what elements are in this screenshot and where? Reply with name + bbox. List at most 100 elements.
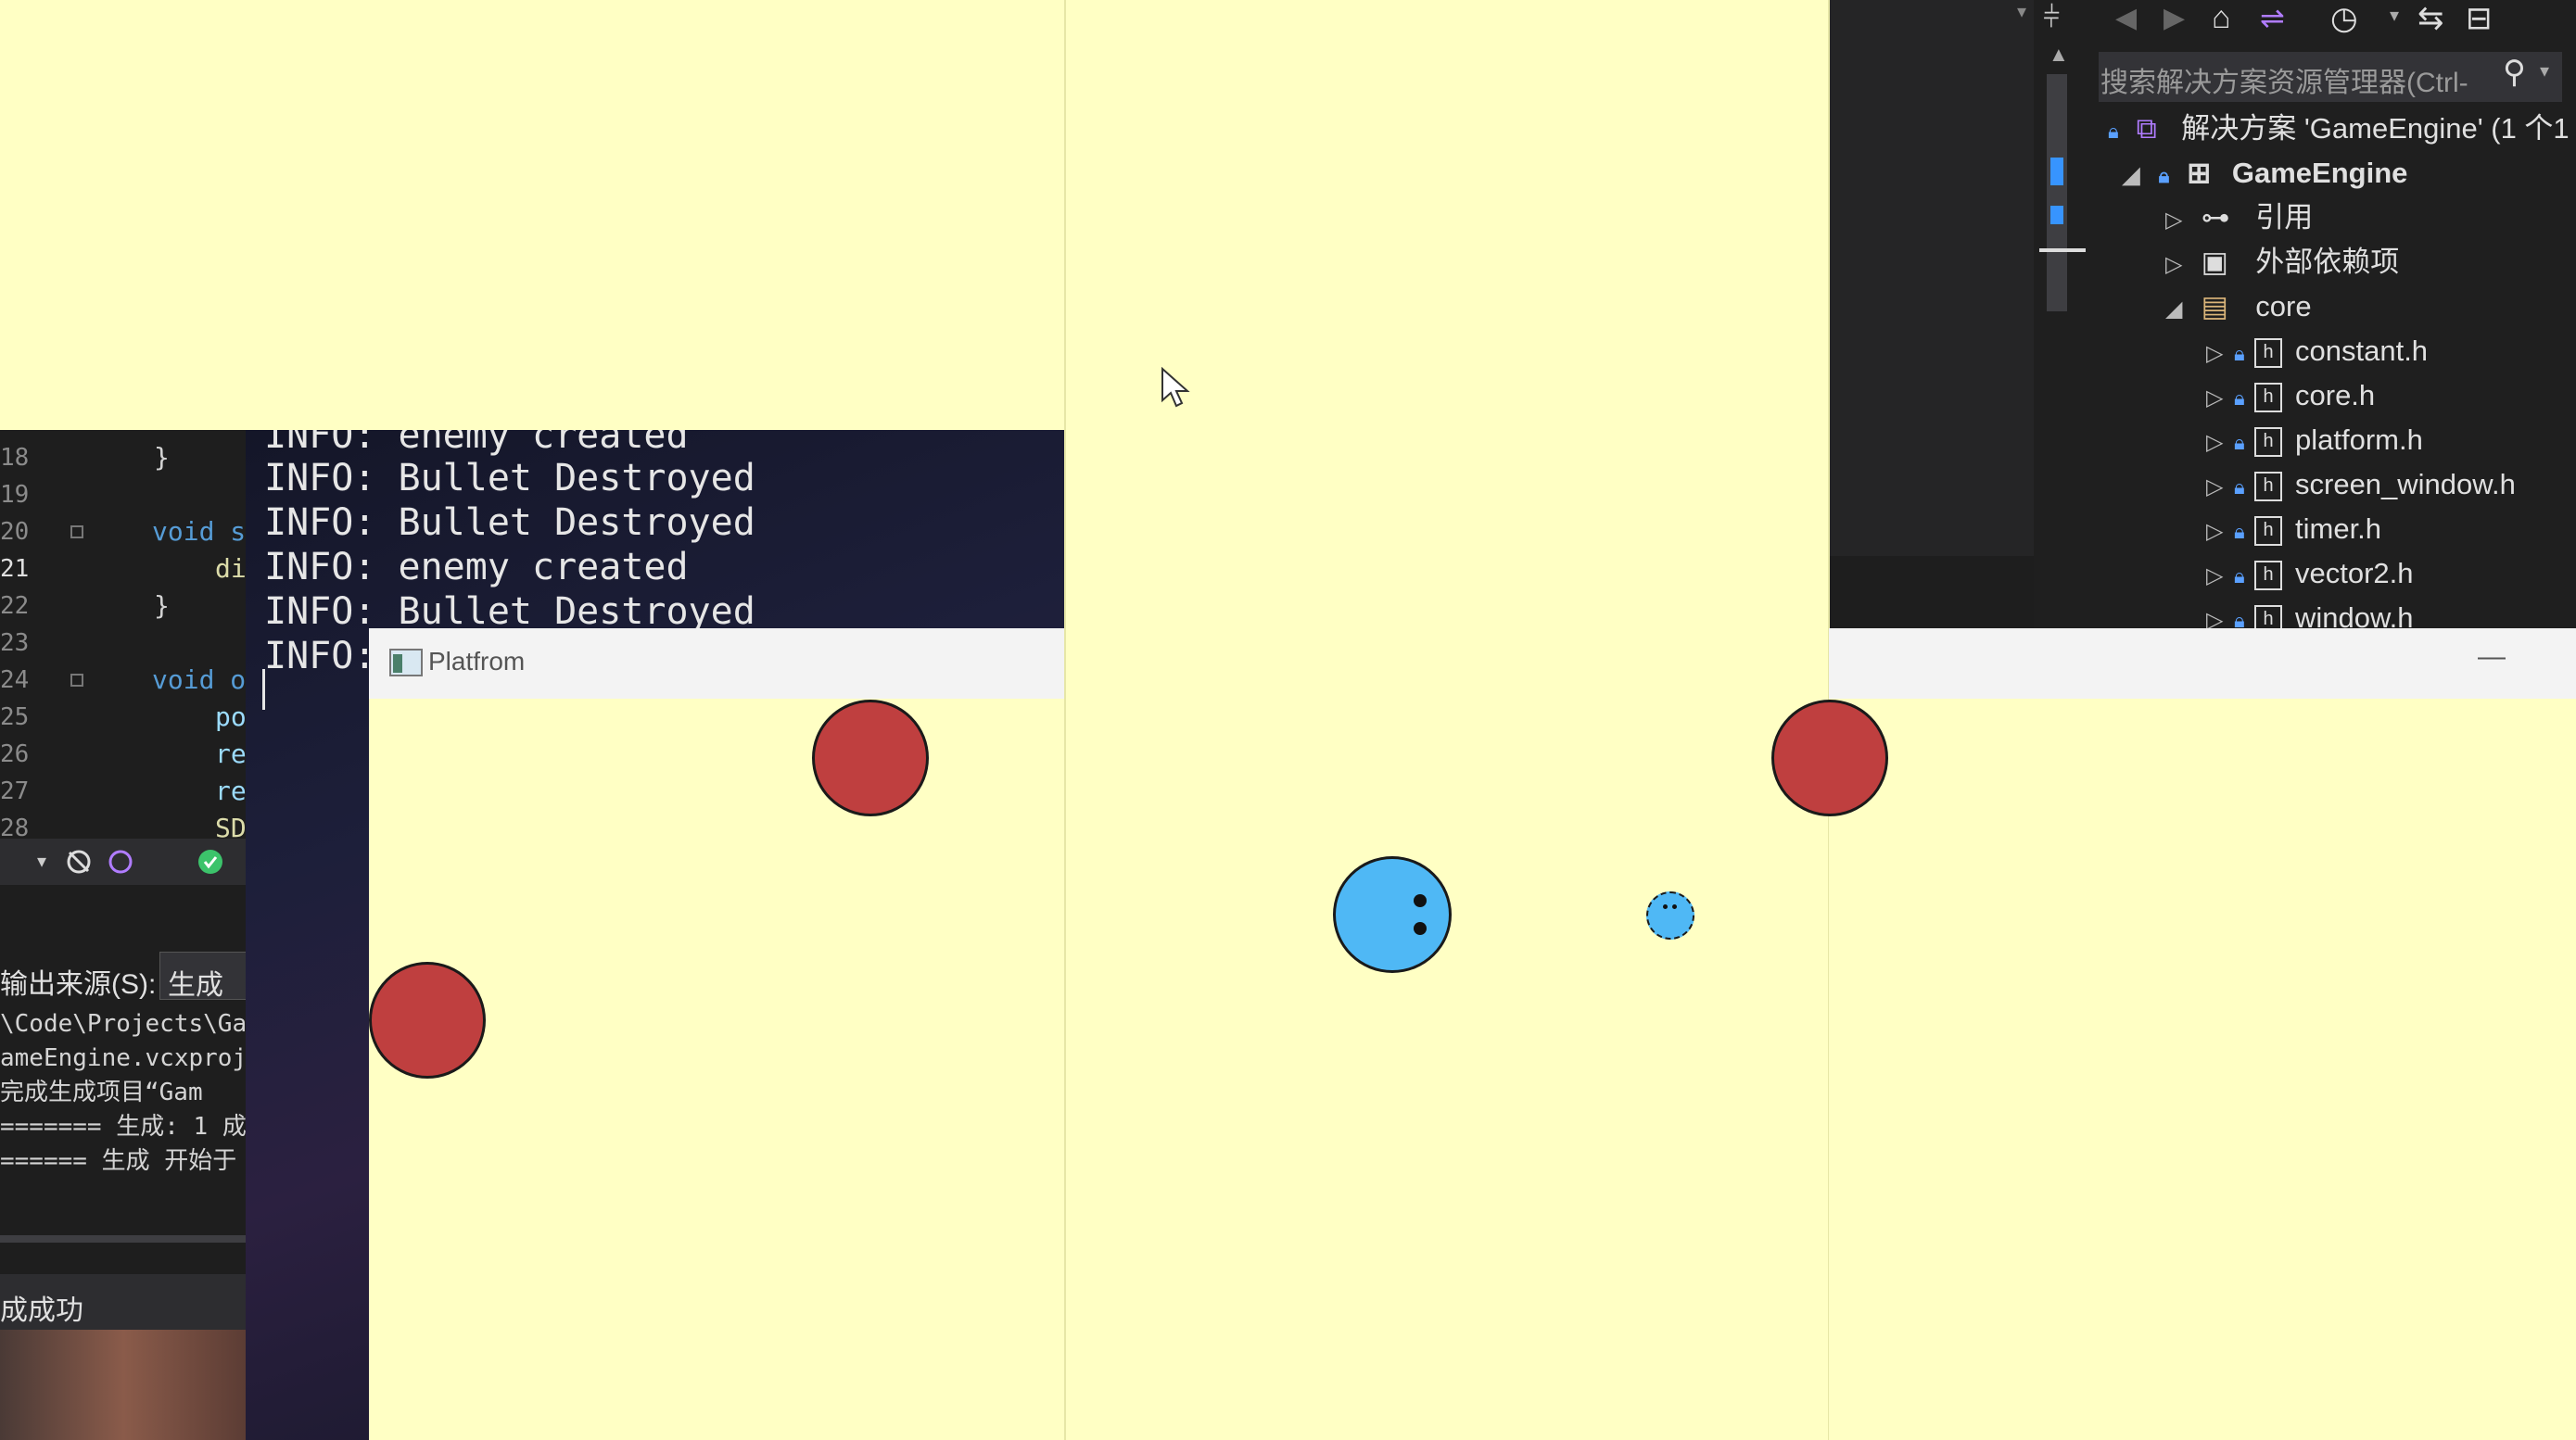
window-titlebar[interactable]: — bbox=[1829, 628, 2576, 699]
header-file-icon: h bbox=[2254, 471, 2282, 501]
tree-item-external-deps[interactable]: ▷ ▣ 外部依赖项 bbox=[2165, 241, 2399, 284]
output-line: \Code\Projects\Ga bbox=[0, 1010, 247, 1038]
split-icon[interactable]: ⫩ bbox=[2043, 0, 2060, 35]
sync-icon[interactable]: ⇆ bbox=[2417, 0, 2444, 37]
tree-item-file[interactable]: ▷ 🔒︎ h constant.h bbox=[2206, 330, 2428, 373]
collapsed-triangle-icon[interactable]: ▷ bbox=[2165, 244, 2193, 286]
history-icon[interactable]: ◷ bbox=[2330, 0, 2358, 37]
solution-icon: ⧉ bbox=[2136, 112, 2157, 145]
console-line: INFO: Bullet Destroyed bbox=[264, 590, 755, 633]
collapsed-triangle-icon[interactable]: ▷ bbox=[2165, 199, 2193, 242]
expanded-triangle-icon[interactable]: ◢ bbox=[2165, 288, 2193, 331]
vertical-scrollbar[interactable] bbox=[2039, 74, 2086, 311]
filter-folder-icon: ▤ bbox=[2201, 290, 2228, 322]
solution-explorer[interactable]: ▾ ⫩ ▲ ◀ ▶ ⌂ ⇌ ◷ ▾ ⇆ ⊟ 搜索解决方案资源管理器(Ctrl- … bbox=[1830, 0, 2576, 628]
line-number: 20 bbox=[0, 518, 30, 546]
tree-item-solution[interactable]: 🔒︎ ⧉ 解决方案 'GameEngine' (1 个1 bbox=[2108, 107, 2570, 150]
console-line: INFO: bbox=[264, 635, 376, 677]
bullet-circle bbox=[1646, 891, 1694, 940]
collapsed-triangle-icon[interactable]: ▷ bbox=[2206, 555, 2234, 598]
tree-label: core.h bbox=[2295, 379, 2376, 411]
code-line: di bbox=[215, 553, 247, 584]
lock-icon: 🔒︎ bbox=[2108, 120, 2119, 143]
search-input[interactable]: 搜索解决方案资源管理器(Ctrl- bbox=[2100, 59, 2468, 100]
lock-icon: 🔒︎ bbox=[2234, 609, 2245, 628]
horizontal-scrollbar[interactable] bbox=[0, 1235, 247, 1243]
line-number: 27 bbox=[0, 777, 30, 805]
tree-label: screen_window.h bbox=[2295, 468, 2516, 500]
header-file-icon: h bbox=[2254, 515, 2282, 546]
tree-item-file[interactable]: ▷ 🔒︎ h timer.h bbox=[2206, 508, 2381, 550]
line-number: 26 bbox=[0, 740, 30, 768]
collapsed-triangle-icon[interactable]: ▷ bbox=[2206, 466, 2234, 509]
tree-label: timer.h bbox=[2295, 512, 2382, 545]
tree-label: core bbox=[2255, 290, 2312, 322]
expanded-triangle-icon[interactable]: ◢ bbox=[2123, 155, 2151, 197]
line-number: 23 bbox=[0, 629, 30, 657]
collapsed-triangle-icon[interactable]: ▷ bbox=[2206, 600, 2234, 628]
scroll-up-icon[interactable]: ▲ bbox=[2049, 43, 2069, 67]
search-icon[interactable]: ⚲ bbox=[2503, 54, 2526, 91]
code-line: SD bbox=[215, 813, 247, 839]
copilot-icon[interactable] bbox=[107, 848, 134, 876]
output-line: 完成生成项目“Gam bbox=[0, 1079, 203, 1106]
console-line: INFO: enemy created bbox=[264, 430, 689, 457]
home-icon[interactable]: ⌂ bbox=[2212, 0, 2231, 36]
console-line: INFO: Bullet Destroyed bbox=[264, 501, 755, 544]
chevron-down-icon[interactable]: ▾ bbox=[2017, 0, 2026, 23]
forward-icon[interactable]: ▶ bbox=[2164, 2, 2185, 34]
code-line: re bbox=[215, 739, 247, 769]
fold-toggle-icon[interactable] bbox=[70, 674, 83, 687]
output-line: ======= 生成: 1 成 bbox=[0, 1113, 247, 1141]
chevron-down-icon[interactable]: ▾ bbox=[37, 850, 46, 873]
window-titlebar[interactable]: Platfrom bbox=[369, 628, 1064, 699]
tree-item-file[interactable]: ▷ 🔒︎ h core.h bbox=[2206, 374, 2375, 417]
line-number: 18 bbox=[0, 444, 30, 472]
console-line: INFO: Bullet Destroyed bbox=[264, 457, 755, 499]
output-panel[interactable]: 输出来源(S): 生成 \Code\Projects\Ga ameEngine.… bbox=[0, 885, 247, 1330]
game-window-center[interactable] bbox=[1064, 0, 1830, 1440]
platform-window-right[interactable]: — bbox=[1771, 628, 2576, 1440]
chevron-down-icon[interactable]: ▾ bbox=[2540, 59, 2549, 82]
platform-window-left[interactable]: Platfrom bbox=[369, 628, 1064, 1440]
tree-label: platform.h bbox=[2295, 423, 2423, 456]
chevron-down-icon[interactable]: ▾ bbox=[2390, 4, 2399, 27]
tree-item-file[interactable]: ▷ 🔒︎ h vector2.h bbox=[2206, 552, 2414, 595]
tree-item-project[interactable]: ◢ 🔒︎ ⊞ GameEngine bbox=[2123, 152, 2407, 195]
tree-item-file[interactable]: ▷ 🔒︎ h screen_window.h bbox=[2206, 463, 2516, 506]
search-box[interactable]: 搜索解决方案资源管理器(Ctrl- ⚲ ▾ bbox=[2099, 52, 2562, 102]
code-editor[interactable]: 18 } 19 20 void s 21 di 22 } 23 24 void … bbox=[0, 430, 247, 839]
tree-item-file[interactable]: ▷ 🔒︎ h platform.h bbox=[2206, 419, 2423, 461]
console-line: INFO: enemy created bbox=[264, 546, 689, 588]
bullet-eye bbox=[1672, 904, 1677, 909]
vs-switch-icon[interactable]: ⇌ bbox=[2260, 0, 2285, 35]
code-line: void s bbox=[152, 516, 247, 547]
lock-icon: 🔒︎ bbox=[2234, 431, 2245, 454]
editor-strip bbox=[1830, 556, 2034, 628]
fold-toggle-icon[interactable] bbox=[70, 525, 83, 538]
tree-item-references[interactable]: ▷ ⊶ 引用 bbox=[2165, 196, 2313, 239]
header-file-icon: h bbox=[2254, 560, 2282, 590]
external-deps-icon: ▣ bbox=[2201, 246, 2228, 278]
output-line: ameEngine.vcxproj bbox=[0, 1044, 247, 1072]
collapsed-triangle-icon[interactable]: ▷ bbox=[2206, 333, 2234, 375]
code-line: re bbox=[215, 776, 247, 806]
tree-item-core-folder[interactable]: ◢ ▤ core bbox=[2165, 285, 2312, 328]
check-circle-icon bbox=[198, 850, 222, 874]
minimize-icon[interactable]: — bbox=[2478, 641, 2506, 673]
collapse-all-icon[interactable]: ⊟ bbox=[2466, 0, 2493, 37]
collapsed-triangle-icon[interactable]: ▷ bbox=[2206, 422, 2234, 464]
bug-icon[interactable] bbox=[65, 848, 93, 876]
back-icon[interactable]: ◀ bbox=[2115, 2, 2137, 34]
output-source-select[interactable]: 生成 bbox=[159, 952, 247, 1001]
enemy-circle bbox=[812, 700, 929, 816]
tree-item-file[interactable]: ▷ 🔒︎ h window.h bbox=[2206, 597, 2414, 628]
status-strip: 成成功 bbox=[0, 1274, 247, 1330]
lock-icon: 🔒︎ bbox=[2234, 386, 2245, 410]
collapsed-triangle-icon[interactable]: ▷ bbox=[2206, 377, 2234, 420]
header-file-icon: h bbox=[2254, 604, 2282, 628]
build-status-text: 成成功 bbox=[0, 1295, 83, 1326]
collapsed-triangle-icon[interactable]: ▷ bbox=[2206, 511, 2234, 553]
line-number: 21 bbox=[0, 555, 30, 583]
line-number: 24 bbox=[0, 666, 30, 694]
